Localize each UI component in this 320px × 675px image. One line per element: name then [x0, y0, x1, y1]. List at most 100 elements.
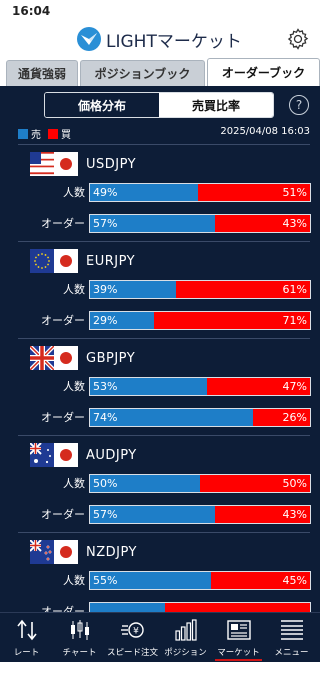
- people-ratio-buy-value: 45%: [282, 574, 307, 587]
- timestamp: 2025/04/08 16:03: [220, 126, 310, 137]
- segment-buy-sell-ratio[interactable]: 売買比率: [159, 93, 273, 117]
- people-ratio-label: 人数: [63, 283, 85, 296]
- nav-chart[interactable]: チャート: [53, 613, 106, 663]
- jp-flag-icon: [54, 249, 78, 273]
- nav-chart-label: チャート: [62, 648, 97, 658]
- nav-market[interactable]: マーケット: [212, 613, 265, 663]
- nav-position[interactable]: ポジション: [159, 613, 212, 663]
- tab-currency-strength[interactable]: 通貨強弱: [6, 60, 78, 86]
- nav-market-label: マーケット: [217, 648, 260, 658]
- order-ratio-label: オーダー: [41, 217, 85, 230]
- currency-pair-audjpy: AUDJPY 人数 50% 50% オーダー 57% 43%: [0, 435, 320, 532]
- pair-name: USDJPY: [86, 157, 137, 172]
- currency-pair-usdjpy: USDJPY 人数 49% 51% オーダー 57% 43%: [0, 144, 320, 241]
- order-ratio-bar: 74% 26%: [89, 408, 311, 427]
- pair-name: EURJPY: [86, 254, 136, 269]
- order-ratio-buy-value: 43%: [282, 508, 307, 521]
- legend-buy-label: 買: [61, 130, 71, 141]
- order-ratio-buy-value: 71%: [282, 314, 307, 327]
- jp-flag-icon: [54, 346, 78, 370]
- currency-pair-gbpjpy: GBPJPY 人数 53% 47% オーダー 74% 26%: [0, 338, 320, 435]
- pair-flags: [30, 443, 78, 467]
- view-segment-control: 価格分布 売買比率: [44, 92, 274, 118]
- people-ratio-sell-segment: 39%: [90, 281, 176, 298]
- jp-flag-icon: [54, 152, 78, 176]
- people-ratio-buy-value: 47%: [282, 380, 307, 393]
- order-ratio-bar: 29% 71%: [89, 311, 311, 330]
- people-ratio-sell-value: 55%: [93, 574, 118, 587]
- order-ratio-buy-value: 26%: [282, 411, 307, 424]
- logo-icon: [77, 27, 101, 51]
- candlestick-chart-icon: [71, 620, 89, 640]
- pair-flags: [30, 152, 78, 176]
- tab-order-book[interactable]: オーダーブック: [207, 58, 320, 86]
- gear-icon[interactable]: [286, 27, 310, 51]
- people-ratio-buy-value: 61%: [282, 283, 307, 296]
- pair-name: GBPJPY: [86, 351, 136, 366]
- jp-flag-icon: [54, 443, 78, 467]
- app-header: LIGHTマーケット: [0, 22, 320, 58]
- order-ratio-label: オーダー: [41, 605, 85, 612]
- people-ratio-buy-value: 50%: [282, 477, 307, 490]
- pair-name: AUDJPY: [86, 448, 137, 463]
- eu-flag-icon: [30, 249, 54, 273]
- people-ratio-label: 人数: [63, 380, 85, 393]
- order-ratio-buy-segment: 43%: [215, 506, 310, 523]
- order-ratio-sell-segment: 57%: [90, 506, 216, 523]
- people-ratio-bar: 50% 50%: [89, 474, 311, 493]
- people-ratio-buy-segment: 47%: [206, 378, 310, 395]
- people-ratio-buy-value: 51%: [282, 186, 307, 199]
- currency-pair-eurjpy: EURJPY 人数 39% 61% オーダー 29% 71%: [0, 241, 320, 338]
- pair-flags: [30, 540, 78, 564]
- legend-sell-label: 売: [31, 130, 41, 141]
- pair-flags: [30, 249, 78, 273]
- people-ratio-sell-value: 53%: [93, 380, 118, 393]
- svg-text:¥: ¥: [133, 627, 139, 637]
- nav-position-label: ポジション: [164, 648, 207, 658]
- nz-flag-icon: [30, 540, 54, 564]
- people-ratio-buy-segment: 61%: [175, 281, 310, 298]
- people-ratio-buy-segment: 45%: [211, 572, 310, 589]
- position-bars-icon: [175, 619, 197, 641]
- order-ratio-buy-segment: 71%: [153, 312, 310, 329]
- order-ratio-sell-segment: [90, 603, 165, 612]
- speed-order-icon: ¥: [121, 622, 144, 638]
- order-ratio-label: オーダー: [41, 411, 85, 424]
- pair-name: NZDJPY: [86, 545, 137, 560]
- people-ratio-sell-segment: 49%: [90, 184, 198, 201]
- au-flag-icon: [30, 443, 54, 467]
- currency-pair-nzdjpy: NZDJPY 人数 55% 45% オーダー: [0, 532, 320, 612]
- segment-price-distribution[interactable]: 価格分布: [45, 93, 159, 117]
- status-bar: 16:04: [0, 0, 320, 22]
- newspaper-icon: [227, 620, 251, 640]
- people-ratio-label: 人数: [63, 477, 85, 490]
- order-ratio-label: オーダー: [41, 314, 85, 327]
- tab-position-book[interactable]: ポジションブック: [80, 60, 205, 86]
- uk-flag-icon: [30, 346, 54, 370]
- people-ratio-bar: 39% 61%: [89, 280, 311, 299]
- buy-swatch: [48, 128, 58, 139]
- nav-speed-order[interactable]: ¥ スピード注文: [106, 613, 159, 663]
- order-ratio-bar: 57% 43%: [89, 214, 311, 233]
- jp-flag-icon: [54, 540, 78, 564]
- people-ratio-sell-value: 50%: [93, 477, 118, 490]
- nav-menu[interactable]: メニュー: [265, 613, 318, 663]
- order-ratio-sell-value: 74%: [93, 411, 118, 424]
- order-ratio-buy-segment: 43%: [215, 215, 310, 232]
- gesture-bar: [0, 662, 320, 675]
- help-icon[interactable]: ?: [289, 95, 309, 115]
- order-ratio-sell-value: 57%: [93, 508, 118, 521]
- sell-swatch: [18, 128, 28, 139]
- people-ratio-sell-segment: 50%: [90, 475, 200, 492]
- order-ratio-label: オーダー: [41, 508, 85, 521]
- nav-rate[interactable]: レート: [0, 613, 53, 663]
- pair-separator: [18, 144, 310, 145]
- active-indicator: [215, 659, 262, 661]
- people-ratio-buy-segment: 51%: [197, 184, 310, 201]
- order-ratio-bar: 57% 43%: [89, 505, 311, 524]
- order-ratio-sell-segment: 74%: [90, 409, 253, 426]
- rate-arrows-icon: [17, 619, 37, 641]
- main-content[interactable]: 価格分布 売買比率 ? 売 買 2025/04/08 16:03 USDJPY 人…: [0, 86, 320, 612]
- order-ratio-buy-segment: [164, 603, 310, 612]
- nav-menu-label: メニュー: [274, 648, 309, 658]
